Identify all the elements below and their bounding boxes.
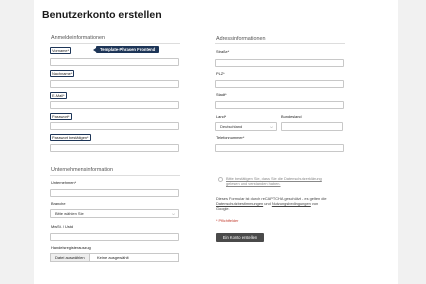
strasse-input[interactable] [215, 59, 344, 67]
required-fields-note: * Pflichtfelder [216, 219, 239, 223]
land-label: Land* [216, 114, 227, 119]
recaptcha-notice: Dieses Formular ist durch reCAPTCHA gesc… [216, 196, 327, 211]
company-divider [50, 175, 180, 176]
stadt-input[interactable] [215, 101, 344, 109]
terms-link[interactable]: Nutzungsbedingungen [272, 201, 311, 206]
nachname-label: Nachname* [50, 70, 75, 77]
plz-input[interactable] [215, 80, 344, 88]
address-divider [215, 43, 345, 44]
login-section-heading: Anmeldeinformationen [51, 35, 105, 41]
telefon-input[interactable] [215, 144, 344, 152]
mwst-input[interactable] [50, 233, 179, 241]
file-select-button[interactable]: Datei auswählen [51, 254, 90, 261]
login-divider [50, 43, 180, 44]
email-input[interactable] [50, 101, 179, 109]
company-section-heading: Unternehmensinformation [51, 167, 114, 173]
branche-label: Branche [51, 201, 66, 206]
chevron-down-icon: ⌵ [171, 211, 175, 216]
file-status: Keine ausgewählt [97, 255, 129, 260]
vorname-input[interactable] [50, 58, 179, 66]
bundesland-label: Bundesland [281, 114, 302, 119]
privacy-consent-line2[interactable]: gelesen und verstanden haben. [226, 181, 281, 186]
bundesland-input[interactable] [281, 122, 343, 131]
page-title: Benutzerkonto erstellen [42, 9, 162, 21]
nachname-input[interactable] [50, 80, 179, 88]
chevron-down-icon: ⌵ [269, 124, 273, 129]
branche-select[interactable]: Bitte wählen Sie ⌵ [50, 209, 179, 218]
unternehmen-input[interactable] [50, 189, 179, 197]
vorname-label: Vorname* [50, 47, 72, 54]
passwort-confirm-input[interactable] [50, 144, 179, 152]
stadt-label: Stadt* [216, 92, 227, 97]
unternehmen-label: Unternehmen* [51, 180, 77, 185]
strasse-label: Straße* [216, 49, 230, 54]
privacy-consent-checkbox[interactable] [218, 177, 223, 182]
land-select[interactable]: Deutschland ⌵ [215, 122, 277, 131]
address-section-heading: Adressinformationen [216, 36, 266, 42]
template-phrases-tooltip: Template-Phrasen Frontend [96, 46, 160, 53]
create-account-button[interactable]: Ein Konto erstellen [216, 233, 264, 242]
telefon-label: Telefonnummer* [216, 135, 245, 140]
privacy-consent-text: Bitte bestätigen Sie, dass Sie die Daten… [226, 176, 322, 186]
plz-label: PLZ* [216, 71, 225, 76]
passwort-confirm-label: Passwort bestätigen* [50, 134, 91, 141]
email-label: E-Mail* [50, 92, 67, 99]
handelsregister-label: Handelsregisterauszug [51, 245, 91, 250]
passwort-label: Passwort* [50, 113, 72, 120]
handelsregister-file-input[interactable]: Datei auswählen Keine ausgewählt [50, 253, 179, 262]
mwst-label: MwSt. / Ustd [51, 224, 74, 229]
passwort-input[interactable] [50, 122, 179, 130]
